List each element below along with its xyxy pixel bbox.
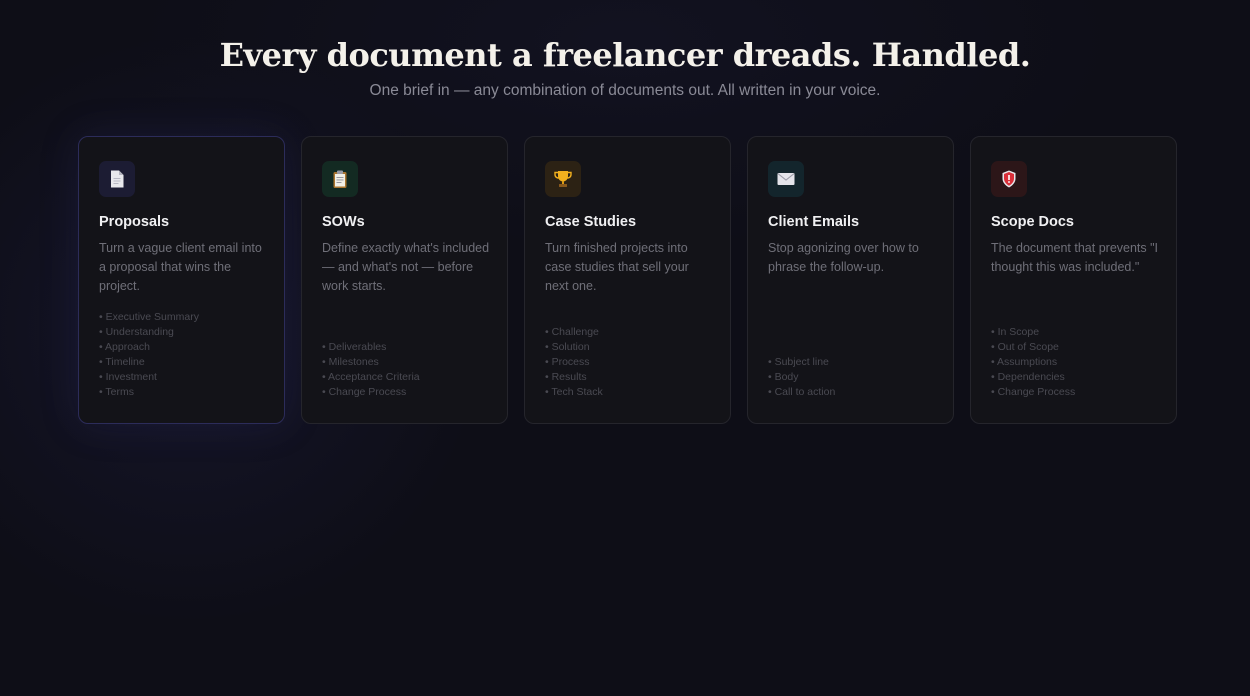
section-item: Out of Scope — [991, 340, 1075, 355]
card-title: Scope Docs — [991, 214, 1074, 230]
card-description: Turn finished projects into case studies… — [545, 241, 689, 293]
section-item: Process — [545, 355, 603, 370]
card-proposals[interactable]: Proposals Turn a vague client email into… — [78, 136, 285, 424]
section-list: Executive Summary Understanding Approach… — [99, 310, 199, 400]
card-title: Case Studies — [545, 214, 637, 230]
section-item: Deliverables — [322, 340, 420, 355]
section-item: Subject line — [768, 355, 835, 370]
section-list: In Scope Out of Scope Assumptions Depend… — [991, 325, 1075, 400]
section-list: Deliverables Milestones Acceptance Crite… — [322, 340, 420, 400]
card-case-studies[interactable]: Case Studies Turn finished projects into… — [524, 136, 731, 424]
card-description: Stop agonizing over how to phrase the fo… — [768, 241, 919, 274]
section-item: Change Process — [991, 385, 1076, 400]
card-title: Proposals — [99, 214, 170, 230]
card-sows[interactable]: SOWs Define exactly what's included — an… — [301, 136, 508, 424]
envelope-icon — [768, 161, 804, 197]
shield-icon — [991, 161, 1027, 197]
clipboard-icon — [322, 161, 358, 197]
section-item: Understanding — [99, 325, 199, 340]
section-item: Solution — [545, 340, 603, 355]
section-item: In Scope — [991, 325, 1075, 340]
trophy-icon — [545, 161, 581, 197]
section-item: Terms — [99, 385, 199, 400]
card-description: The document that prevents "I thought th… — [991, 241, 1159, 274]
section-item: Results — [545, 370, 603, 385]
section-item: Call to action — [768, 385, 836, 400]
section-item: Dependencies — [991, 370, 1075, 385]
section-item: Tech Stack — [545, 385, 602, 400]
section-item: Executive Summary — [99, 310, 199, 325]
section-item: Change Process — [322, 385, 420, 400]
card-scope-docs[interactable]: Scope Docs The document that prevents "I… — [970, 136, 1177, 424]
section-list: Subject line Body Call to action — [768, 355, 836, 400]
card-description: Turn a vague client email into a proposa… — [99, 241, 262, 293]
section-item: Timeline — [99, 355, 199, 370]
section-list: Challenge Solution Process Results Tech … — [545, 325, 603, 400]
document-type-cards: Proposals Turn a vague client email into… — [78, 136, 1177, 424]
section-item: Approach — [99, 340, 199, 355]
section-item: Assumptions — [991, 355, 1075, 370]
card-description: Define exactly what's included — and wha… — [322, 241, 490, 293]
section-item: Milestones — [322, 355, 420, 370]
card-client-emails[interactable]: Client Emails Stop agonizing over how to… — [747, 136, 954, 424]
section-item: Challenge — [545, 325, 603, 340]
card-title: Client Emails — [768, 214, 860, 230]
section-item: Investment — [99, 370, 199, 385]
card-title: SOWs — [322, 214, 365, 230]
features-section: Every document a freelancer dreads. Hand… — [0, 0, 1250, 696]
page-title: Every document a freelancer dreads. Hand… — [219, 36, 1031, 74]
page-subtitle: One brief in — any combination of docume… — [369, 82, 881, 99]
section-item: Acceptance Criteria — [322, 370, 420, 385]
section-item: Body — [768, 370, 835, 385]
document-icon — [99, 161, 135, 197]
